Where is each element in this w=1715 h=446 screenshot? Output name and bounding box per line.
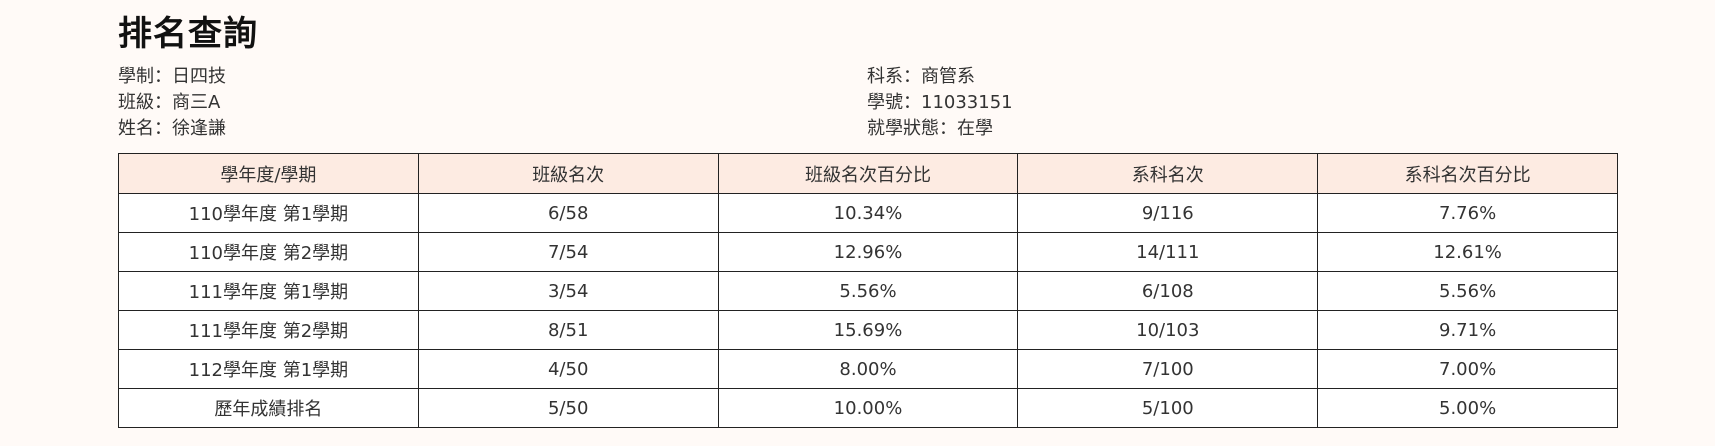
page-title: 排名查詢 — [118, 14, 258, 54]
enrollment-status: 就學狀態：在學 — [867, 118, 993, 139]
student-id: 學號：11033151 — [867, 92, 1013, 113]
cell-class-rank-percent: 8.00% — [717, 349, 1019, 389]
table-row: 111學年度 第1學期 3/54 5.56% 6/108 5.56% — [118, 271, 1618, 311]
table-row: 111學年度 第2學期 8/51 15.69% 10/103 9.71% — [118, 310, 1618, 350]
cell-semester: 112學年度 第1學期 — [118, 349, 419, 389]
cell-semester: 110學年度 第1學期 — [118, 193, 419, 233]
cell-dept-rank-percent: 7.00% — [1317, 349, 1618, 389]
header-dept-rank: 系科名次 — [1017, 153, 1319, 194]
class-name: 班級：商三A — [118, 92, 221, 113]
department: 科系：商管系 — [867, 66, 975, 87]
table-row: 110學年度 第2學期 7/54 12.96% 14/111 12.61% — [118, 232, 1618, 272]
cell-dept-rank-percent: 9.71% — [1317, 310, 1618, 350]
student-info: 學制：日四技 班級：商三A 姓名：徐逢謙 科系：商管系 學號：11033151 … — [118, 64, 1618, 144]
cell-semester: 歷年成績排名 — [118, 388, 419, 428]
ranking-table: 學年度/學期 班級名次 班級名次百分比 系科名次 系科名次百分比 110學年度 … — [118, 153, 1618, 428]
cell-class-rank-percent: 5.56% — [717, 271, 1019, 311]
cell-dept-rank-percent: 5.00% — [1317, 388, 1618, 428]
cell-class-rank-percent: 15.69% — [717, 310, 1019, 350]
header-class-rank-percent: 班級名次百分比 — [717, 153, 1019, 194]
cell-class-rank-percent: 10.00% — [717, 388, 1019, 428]
table-row: 112學年度 第1學期 4/50 8.00% 7/100 7.00% — [118, 349, 1618, 389]
cell-dept-rank: 6/108 — [1017, 271, 1319, 311]
cell-class-rank: 6/58 — [417, 193, 719, 233]
cell-class-rank: 4/50 — [417, 349, 719, 389]
student-info-left: 學制：日四技 班級：商三A 姓名：徐逢謙 — [118, 64, 226, 142]
cell-dept-rank-percent: 12.61% — [1317, 232, 1618, 272]
ranking-page: 排名查詢 學制：日四技 班級：商三A 姓名：徐逢謙 科系：商管系 學號：1103… — [118, 0, 1618, 428]
cell-class-rank: 5/50 — [417, 388, 719, 428]
cell-semester: 111學年度 第1學期 — [118, 271, 419, 311]
student-info-right: 科系：商管系 學號：11033151 就學狀態：在學 — [867, 64, 1013, 142]
cell-semester: 110學年度 第2學期 — [118, 232, 419, 272]
cell-class-rank: 7/54 — [417, 232, 719, 272]
cell-dept-rank: 14/111 — [1017, 232, 1319, 272]
education-system: 學制：日四技 — [118, 66, 226, 87]
table-row-overall: 歷年成績排名 5/50 10.00% 5/100 5.00% — [118, 388, 1618, 428]
cell-dept-rank: 7/100 — [1017, 349, 1319, 389]
cell-semester: 111學年度 第2學期 — [118, 310, 419, 350]
table-row: 110學年度 第1學期 6/58 10.34% 9/116 7.76% — [118, 193, 1618, 233]
cell-class-rank-percent: 10.34% — [717, 193, 1019, 233]
header-class-rank: 班級名次 — [417, 153, 719, 194]
header-dept-rank-percent: 系科名次百分比 — [1317, 153, 1618, 194]
table-header-row: 學年度/學期 班級名次 班級名次百分比 系科名次 系科名次百分比 — [118, 153, 1618, 194]
cell-dept-rank-percent: 7.76% — [1317, 193, 1618, 233]
cell-class-rank: 8/51 — [417, 310, 719, 350]
cell-dept-rank: 9/116 — [1017, 193, 1319, 233]
cell-dept-rank-percent: 5.56% — [1317, 271, 1618, 311]
cell-class-rank-percent: 12.96% — [717, 232, 1019, 272]
header-semester: 學年度/學期 — [118, 153, 419, 194]
student-name: 姓名：徐逢謙 — [118, 118, 226, 139]
cell-dept-rank: 5/100 — [1017, 388, 1319, 428]
cell-dept-rank: 10/103 — [1017, 310, 1319, 350]
cell-class-rank: 3/54 — [417, 271, 719, 311]
